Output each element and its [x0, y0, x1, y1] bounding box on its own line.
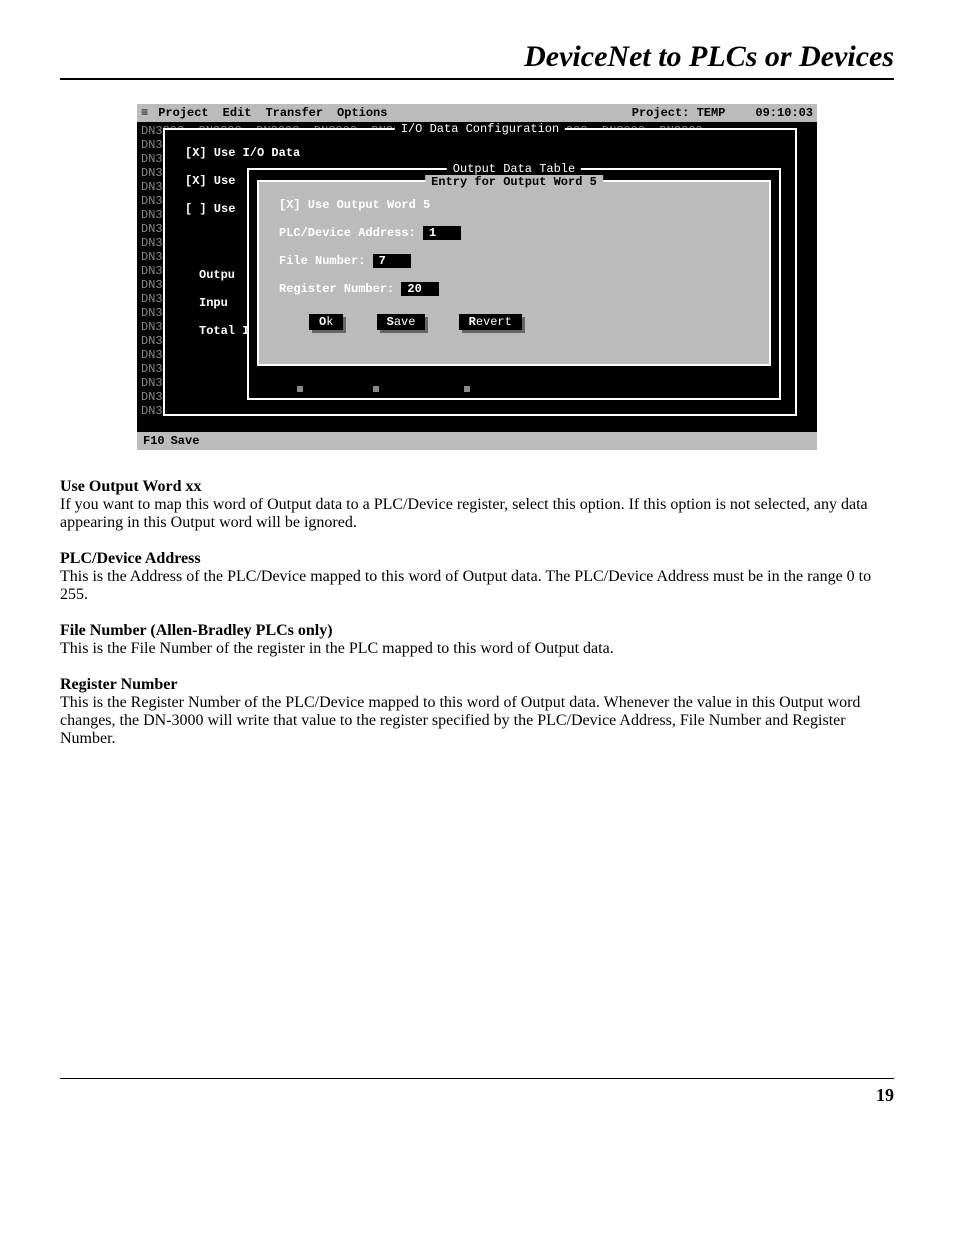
inner-buttons-row: OOkk Save Revert — [309, 314, 548, 330]
register-number-label: Register Number: — [279, 282, 394, 296]
section-use-output-word: Use Output Word xx If you want to map th… — [60, 478, 894, 532]
file-number-row: File Number: 7 — [279, 254, 411, 268]
use-io-data-checkbox[interactable]: [X] Use I/O Data — [185, 146, 300, 160]
page-number: 19 — [60, 1078, 894, 1106]
output-data-table-title: Output Data Table — [447, 162, 581, 176]
heading: Register Number — [60, 676, 894, 694]
plc-address-row: PLC/Device Address: 1 — [279, 226, 461, 240]
label-outpu: Outpu — [199, 268, 235, 282]
heading: File Number (Allen-Bradley PLCs only) — [60, 622, 894, 640]
project-indicator: Project: TEMP — [632, 106, 726, 120]
save-button[interactable]: Save — [377, 314, 426, 330]
save-button-outer[interactable]: Save — [341, 378, 370, 392]
menu-project[interactable]: Project — [158, 106, 208, 120]
section-plc-device-address: PLC/Device Address This is the Address o… — [60, 550, 894, 604]
file-number-label: File Number: — [279, 254, 365, 268]
system-menu-icon[interactable]: ≡ — [141, 106, 148, 120]
body-text: This is the Register Number of the PLC/D… — [60, 694, 894, 748]
tui-screenshot: ≡ Project Edit Transfer Options Project:… — [137, 104, 817, 450]
menu-transfer[interactable]: Transfer — [265, 106, 323, 120]
heading: Use Output Word xx — [60, 478, 894, 496]
register-number-input[interactable]: 20 — [401, 282, 439, 296]
tui-menubar: ≡ Project Edit Transfer Options Project:… — [137, 104, 817, 122]
ok-button[interactable]: OOkk — [309, 314, 343, 330]
body-text: If you want to map this word of Output d… — [60, 496, 894, 532]
label-inpu: Inpu — [199, 296, 228, 310]
revert-button[interactable]: Revert — [459, 314, 522, 330]
ok-button-outer[interactable]: Ok — [279, 378, 293, 392]
use-checkbox-3[interactable]: [ ] Use — [185, 202, 235, 216]
use-checkbox-2[interactable]: [X] Use — [185, 174, 235, 188]
outer-buttons-row: Ok Save Revert — [279, 378, 500, 392]
heading: PLC/Device Address — [60, 550, 894, 568]
register-number-row: Register Number: 20 — [279, 282, 439, 296]
menu-options[interactable]: Options — [337, 106, 387, 120]
plc-address-label: PLC/Device Address: — [279, 226, 416, 240]
body-text: This is the File Number of the register … — [60, 640, 894, 658]
help-label-save: Save — [171, 434, 200, 448]
io-data-config-title: I/O Data Configuration — [395, 122, 565, 136]
plc-address-input[interactable]: 1 — [423, 226, 461, 240]
section-register-number: Register Number This is the Register Num… — [60, 676, 894, 748]
page-title: DeviceNet to PLCs or Devices — [60, 40, 894, 80]
revert-button-outer[interactable]: Revert — [417, 378, 460, 392]
body-text: This is the Address of the PLC/Device ma… — [60, 568, 894, 604]
help-bar: F10 Save — [137, 432, 817, 450]
entry-output-word-frame: Entry for Output Word 5 [X] Use Output W… — [257, 180, 771, 366]
section-file-number: File Number (Allen-Bradley PLCs only) Th… — [60, 622, 894, 658]
file-number-input[interactable]: 7 — [373, 254, 411, 268]
help-key-f10[interactable]: F10 — [143, 434, 165, 448]
menu-edit[interactable]: Edit — [223, 106, 252, 120]
use-output-word-checkbox[interactable]: [X] Use Output Word 5 — [279, 198, 430, 212]
clock: 09:10:03 — [755, 106, 813, 120]
entry-output-word-title: Entry for Output Word 5 — [425, 175, 603, 189]
